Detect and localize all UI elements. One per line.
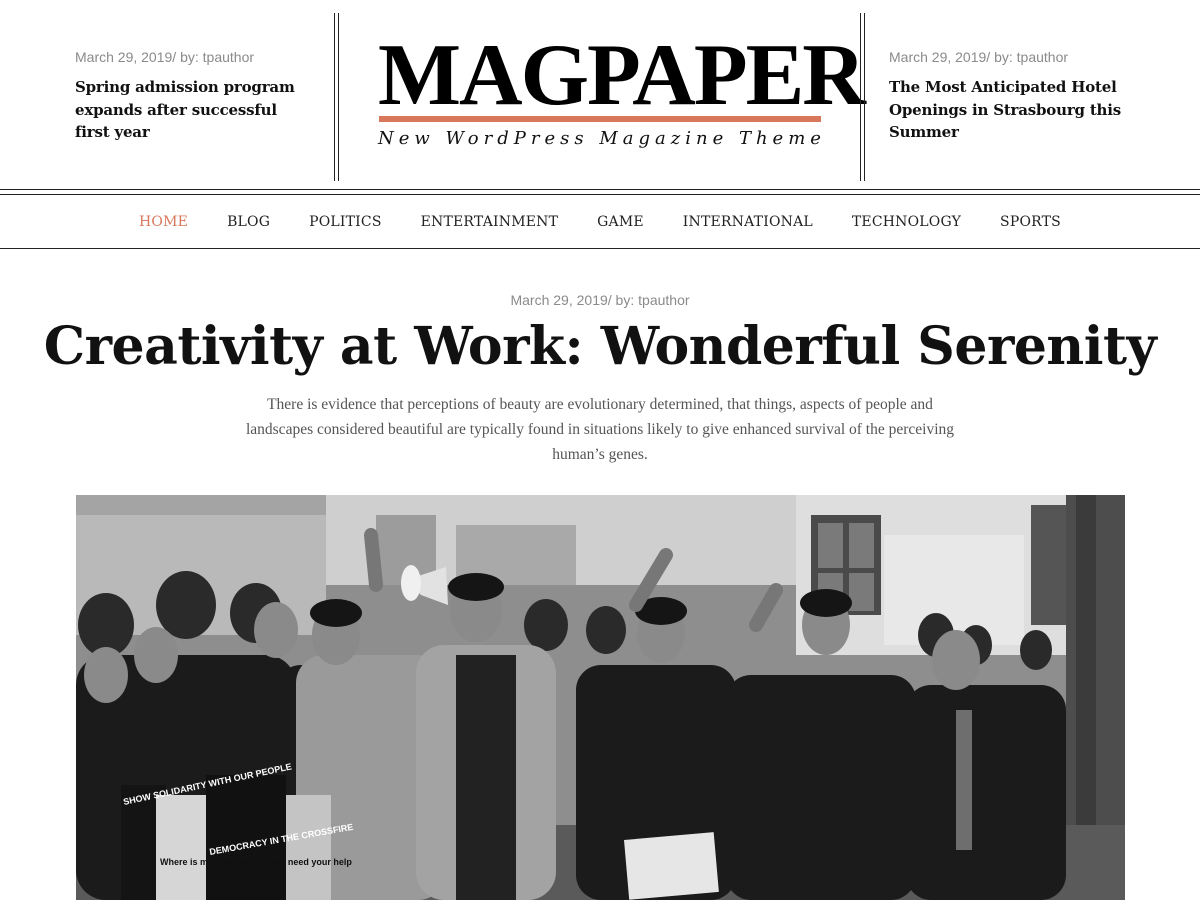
- main-navigation: HOME BLOG POLITICS ENTERTAINMENT GAME IN…: [0, 195, 1200, 249]
- meta-separator: / by:: [172, 49, 199, 65]
- header-divider: [334, 13, 339, 181]
- logo-text[interactable]: MAGPAPER: [378, 32, 866, 120]
- article-author[interactable]: tpauthor: [638, 292, 689, 308]
- header-divider: [860, 13, 865, 181]
- nav-item-blog[interactable]: BLOG: [227, 214, 270, 230]
- site-header: March 29, 2019/ by: tpauthor Spring admi…: [0, 0, 1200, 190]
- post-meta: March 29, 2019/ by: tpauthor: [889, 48, 1129, 66]
- protest-photo: SHOW SOLIDARITY WITH OUR PEOPLE Where is…: [76, 495, 1125, 900]
- post-date[interactable]: March 29, 2019: [75, 49, 172, 65]
- article-title[interactable]: Creativity at Work: Wonderful Serenity: [0, 314, 1200, 380]
- nav-item-home[interactable]: HOME: [139, 214, 188, 230]
- article-excerpt: There is evidence that perceptions of be…: [245, 396, 955, 463]
- nav-item-game[interactable]: GAME: [597, 214, 644, 230]
- meta-separator: / by:: [986, 49, 1013, 65]
- nav-item-technology[interactable]: TECHNOLOGY: [852, 214, 961, 230]
- post-author[interactable]: tpauthor: [1017, 49, 1068, 65]
- header-right-post: March 29, 2019/ by: tpauthor The Most An…: [889, 48, 1129, 144]
- nav-item-international[interactable]: INTERNATIONAL: [683, 214, 813, 230]
- article-featured-image[interactable]: SHOW SOLIDARITY WITH OUR PEOPLE Where is…: [76, 495, 1125, 900]
- nav-item-politics[interactable]: POLITICS: [309, 214, 382, 230]
- article-meta: March 29, 2019/ by: tpauthor: [0, 291, 1200, 309]
- post-title-link[interactable]: The Most Anticipated Hotel Openings in S…: [889, 76, 1129, 144]
- post-title-link[interactable]: Spring admission program expands after s…: [75, 76, 315, 144]
- protest-sign-text: Where is my Democracy? We need your help: [160, 857, 352, 867]
- post-author[interactable]: tpauthor: [203, 49, 254, 65]
- site-logo[interactable]: MAGPAPER New WordPress Magazine Theme: [378, 32, 866, 150]
- header-left-post: March 29, 2019/ by: tpauthor Spring admi…: [75, 48, 315, 144]
- site-tagline: New WordPress Magazine Theme: [378, 128, 826, 149]
- nav-item-sports[interactable]: SPORTS: [1000, 214, 1061, 230]
- meta-separator: / by:: [607, 292, 635, 308]
- post-date[interactable]: March 29, 2019: [889, 49, 986, 65]
- post-meta: March 29, 2019/ by: tpauthor: [75, 48, 315, 66]
- article-date[interactable]: March 29, 2019: [510, 292, 607, 308]
- nav-item-entertainment[interactable]: ENTERTAINMENT: [421, 214, 559, 230]
